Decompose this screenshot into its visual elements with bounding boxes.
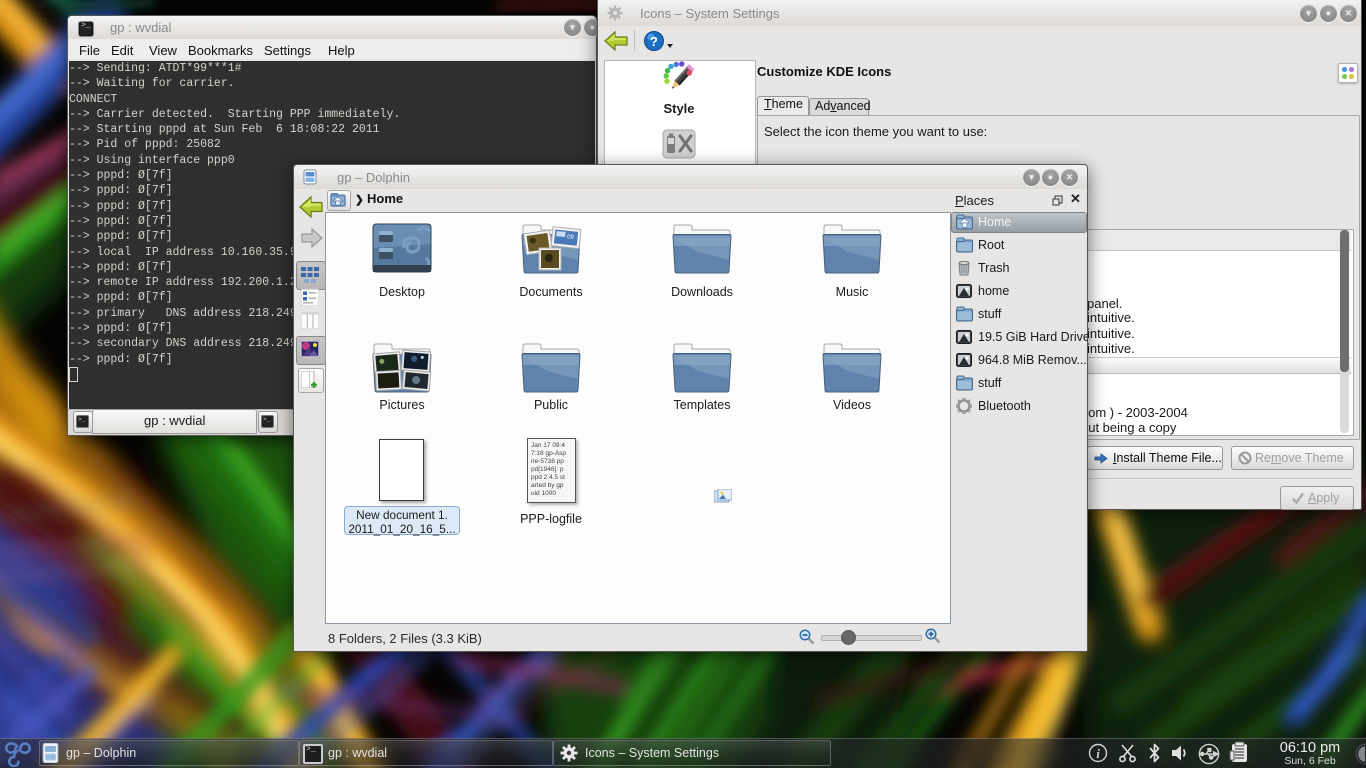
- svg-text:09: 09: [567, 234, 575, 241]
- svg-text:?: ?: [650, 34, 658, 49]
- svg-text:i: i: [1096, 746, 1100, 761]
